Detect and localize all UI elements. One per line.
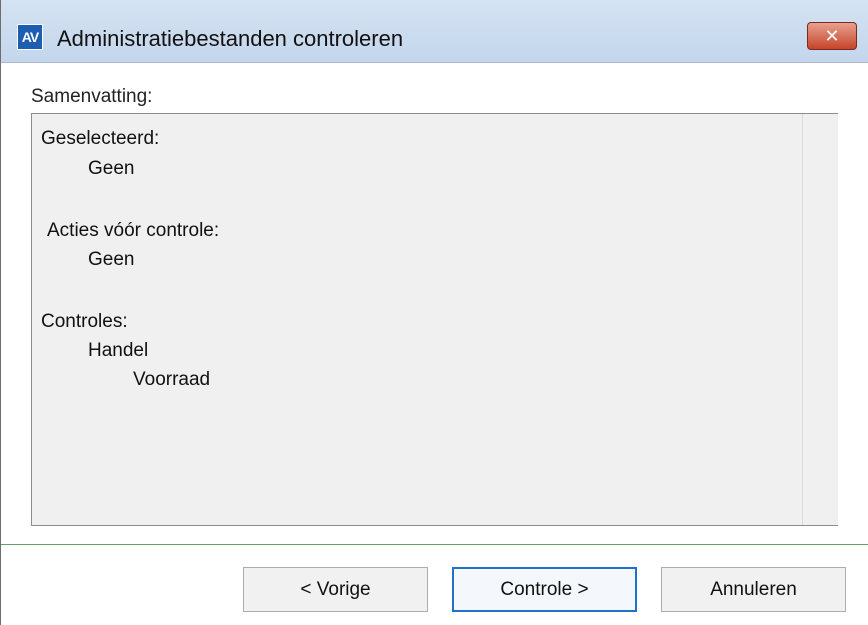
summary-label: Samenvatting: <box>31 86 153 107</box>
section-heading-checks: Controles: <box>41 311 128 332</box>
close-button[interactable]: ✕ <box>807 22 857 50</box>
section-item-check-voorraad: Voorraad <box>133 369 211 390</box>
previous-button[interactable]: < Vorige <box>243 567 428 612</box>
check-button[interactable]: Controle > <box>452 567 637 612</box>
section-item-check-handel: Handel <box>88 340 149 361</box>
summary-panel: Geselecteerd: Geen Acties vóór controle:… <box>31 113 838 526</box>
section-heading-selected: Geselecteerd: <box>41 128 160 149</box>
section-item-selected-none: Geen <box>88 158 135 179</box>
dialog-window: AV Administratiebestanden controleren ✕ … <box>0 0 868 625</box>
title-bar[interactable]: AV Administratiebestanden controleren ✕ <box>1 0 868 63</box>
section-heading-pre-actions: Acties vóór controle: <box>47 220 220 241</box>
cancel-button[interactable]: Annuleren <box>661 567 846 612</box>
window-title: Administratiebestanden controleren <box>57 26 404 51</box>
app-logo-icon: AV <box>17 24 43 50</box>
section-item-pre-actions-none: Geen <box>88 249 135 270</box>
footer-divider <box>1 544 868 545</box>
vertical-scrollbar[interactable] <box>802 114 838 525</box>
